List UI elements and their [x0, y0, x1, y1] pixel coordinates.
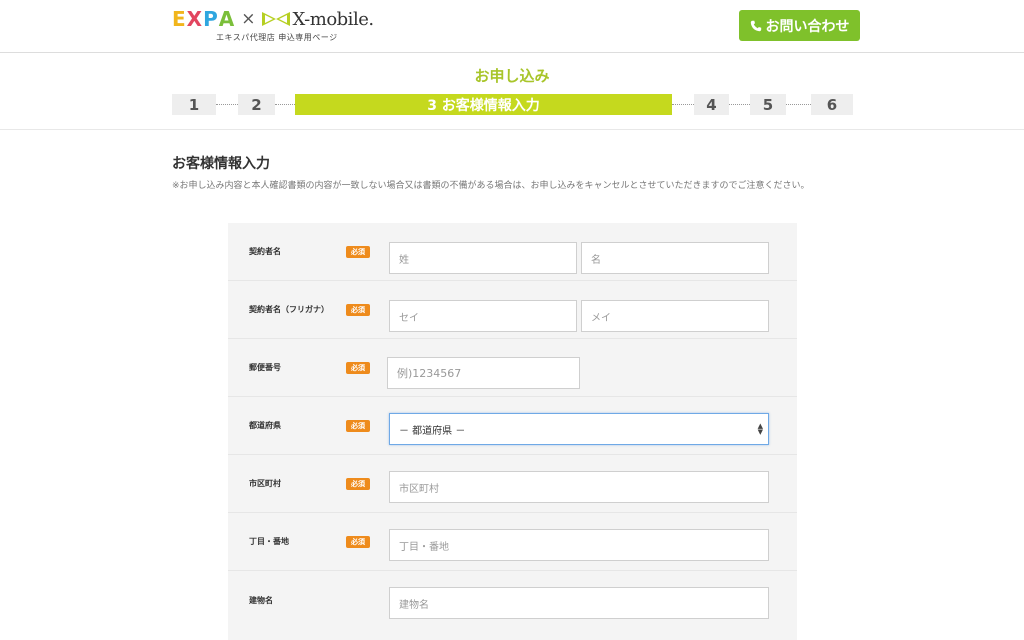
- street-address-input[interactable]: 丁目・番地: [389, 529, 769, 561]
- required-badge: 必須: [346, 535, 370, 548]
- first-name-kana-input[interactable]: メイ: [581, 300, 769, 332]
- required-badge: 必須: [346, 245, 370, 258]
- field-label: 都道府県: [249, 421, 281, 430]
- step-5: 5: [750, 94, 786, 115]
- field-label: 市区町村: [249, 479, 281, 488]
- step-1: 1: [172, 94, 216, 115]
- prefecture-select[interactable]: － 都道府県 － ▲ ▼: [389, 413, 769, 445]
- field-label: 丁目・番地: [249, 537, 289, 546]
- form-row-building: 建物名 建物名: [228, 571, 797, 629]
- expa-letter-a: A: [218, 7, 236, 31]
- step-2: 2: [238, 94, 275, 115]
- required-badge: 必須: [346, 477, 370, 490]
- last-name-input[interactable]: 姓: [389, 242, 577, 274]
- field-label: 契約者名（フリガナ）: [249, 305, 329, 314]
- step-connector: [275, 104, 295, 105]
- first-name-input[interactable]: 名: [581, 242, 769, 274]
- step-6: 6: [811, 94, 853, 115]
- form-row-prefecture: 都道府県 必須 － 都道府県 － ▲ ▼: [228, 397, 797, 455]
- site-header: E X P A × X-mobile. エキスパ代理店 申込専用ページ お問い合…: [0, 0, 1024, 53]
- steps-title: お申し込み: [474, 67, 550, 85]
- select-arrows-icon: ▲ ▼: [757, 422, 763, 436]
- field-label: 契約者名: [249, 247, 281, 256]
- field-label: 建物名: [249, 595, 273, 605]
- contact-button-label: お問い合わせ: [765, 18, 850, 35]
- form-row-street: 丁目・番地 必須 丁目・番地: [228, 513, 797, 571]
- step-connector: [216, 104, 238, 105]
- field-label: 郵便番号: [249, 363, 281, 372]
- xmobile-wordmark: X-mobile.: [292, 8, 375, 30]
- step-indicator: 1 2 3 お客様情報入力 4 5 6: [172, 94, 853, 115]
- prefecture-select-value: － 都道府県 －: [399, 425, 466, 437]
- building-name-input[interactable]: 建物名: [389, 587, 769, 619]
- form-row-city: 市区町村 必須 市区町村: [228, 455, 797, 513]
- xmobile-bowtie-icon: [261, 12, 290, 26]
- required-badge: 必須: [346, 303, 370, 316]
- expa-letter-e: E: [172, 7, 187, 31]
- required-badge: 必須: [346, 419, 370, 432]
- page-title: お客様情報入力: [172, 156, 270, 172]
- form-row-postal-code: 郵便番号 必須 例)1234567: [228, 339, 797, 397]
- form-row-name: 契約者名 必須 姓 名: [228, 223, 797, 281]
- phone-icon: [750, 20, 761, 31]
- step-connector: [672, 104, 694, 105]
- step-connector: [786, 104, 811, 105]
- last-name-kana-input[interactable]: セイ: [389, 300, 577, 332]
- expa-logo: E X P A: [172, 7, 235, 31]
- expa-letter-p: P: [203, 7, 219, 31]
- expa-letter-x: X: [186, 7, 204, 31]
- contact-button[interactable]: お問い合わせ: [739, 10, 860, 41]
- postal-code-input[interactable]: 例)1234567: [387, 357, 580, 389]
- form-row-name-kana: 契約者名（フリガナ） 必須 セイ メイ: [228, 281, 797, 339]
- step-3-active: 3 お客様情報入力: [295, 94, 672, 115]
- city-input[interactable]: 市区町村: [389, 471, 769, 503]
- logo-times-sign: ×: [241, 9, 256, 29]
- required-badge: 必須: [346, 361, 370, 374]
- progress-steps: お申し込み 1 2 3 お客様情報入力 4 5 6: [0, 53, 1024, 130]
- cancellation-note: ※お申し込み内容と本人確認書類の内容が一致しない場合又は書類の不備がある場合は、…: [172, 181, 810, 191]
- step-connector: [729, 104, 750, 105]
- customer-info-form: 契約者名 必須 姓 名 契約者名（フリガナ） 必須 セイ メイ 郵便番号 必須 …: [228, 223, 797, 640]
- logo[interactable]: E X P A × X-mobile. エキスパ代理店 申込専用ページ: [172, 7, 375, 43]
- step-4: 4: [694, 94, 729, 115]
- logo-subtitle: エキスパ代理店 申込専用ページ: [216, 33, 338, 42]
